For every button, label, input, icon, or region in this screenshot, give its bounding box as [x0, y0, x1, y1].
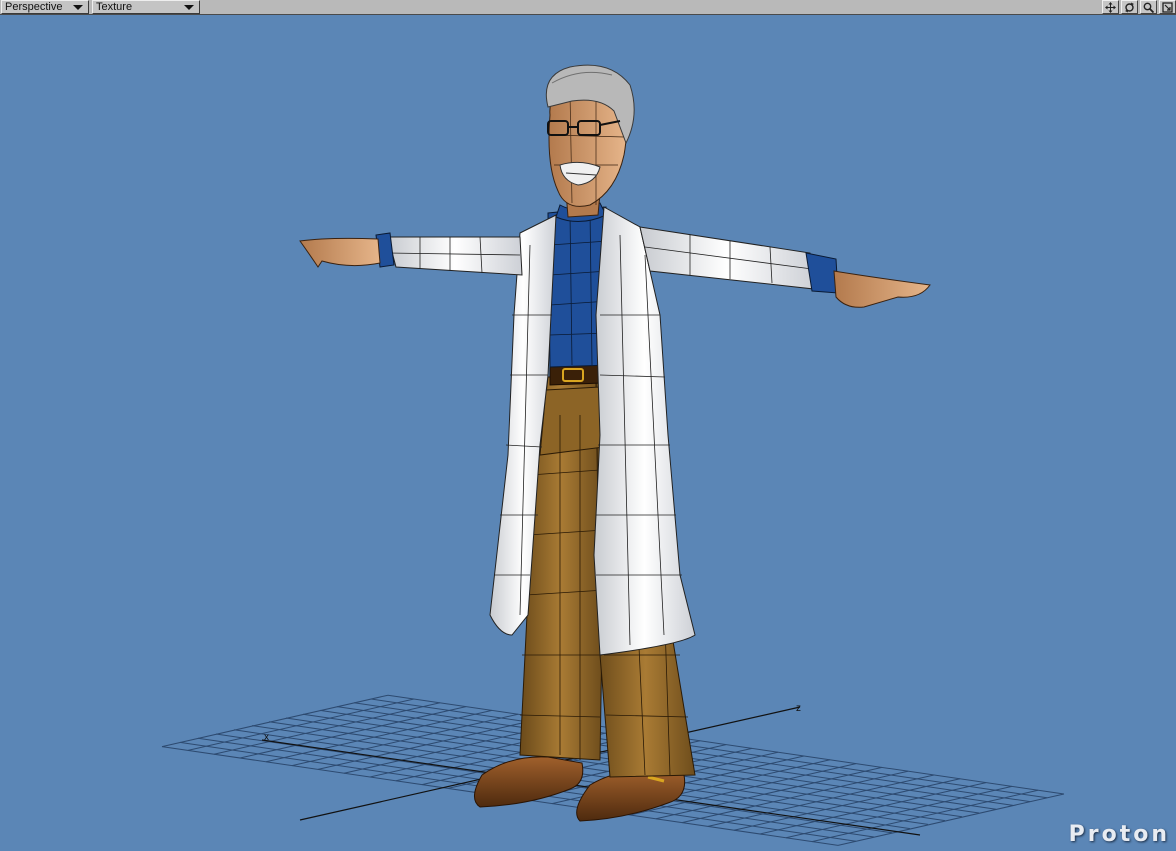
maximize-view-icon	[1162, 1, 1173, 13]
zoom-view-button[interactable]	[1140, 0, 1157, 14]
view-type-dropdown[interactable]: Perspective	[1, 0, 89, 14]
grid-line	[811, 789, 1039, 843]
view-type-label: Perspective	[5, 1, 63, 13]
shading-mode-dropdown[interactable]: Texture	[92, 0, 200, 14]
perspective-viewport[interactable]: x z Proton	[0, 15, 1176, 851]
maximize-view-button[interactable]	[1159, 0, 1176, 14]
watermark-logo: Proton	[1068, 822, 1170, 847]
grid-line	[187, 698, 415, 751]
axis-x-label: x	[264, 732, 269, 743]
grid-line	[681, 770, 909, 824]
rotate-view-icon	[1125, 2, 1134, 12]
left-arm	[299, 232, 523, 276]
grid-line	[785, 785, 1013, 839]
grid-line	[759, 782, 987, 835]
grid-line	[161, 694, 389, 748]
grid-line	[837, 793, 1065, 846]
belt	[549, 364, 603, 386]
head	[545, 64, 635, 218]
grid-line	[213, 702, 441, 755]
grid-line	[733, 778, 961, 831]
right-arm	[639, 226, 931, 308]
character-model[interactable]	[299, 64, 931, 822]
chevron-down-icon	[73, 5, 83, 10]
grid-line	[707, 774, 935, 827]
move-view-icon	[1105, 1, 1116, 13]
left-shoe	[474, 756, 584, 808]
axis-z-label: z	[796, 703, 801, 714]
grid-line	[265, 709, 493, 763]
rotate-view-button[interactable]	[1121, 0, 1138, 14]
grid-line	[239, 706, 467, 759]
chevron-down-icon	[184, 5, 194, 10]
viewport-toolbar: Perspective Texture	[0, 0, 1176, 15]
shading-mode-label: Texture	[96, 1, 133, 13]
zoom-view-icon	[1143, 2, 1154, 13]
view-tools	[1100, 0, 1176, 15]
move-view-button[interactable]	[1102, 0, 1119, 14]
grid-line	[291, 713, 519, 767]
